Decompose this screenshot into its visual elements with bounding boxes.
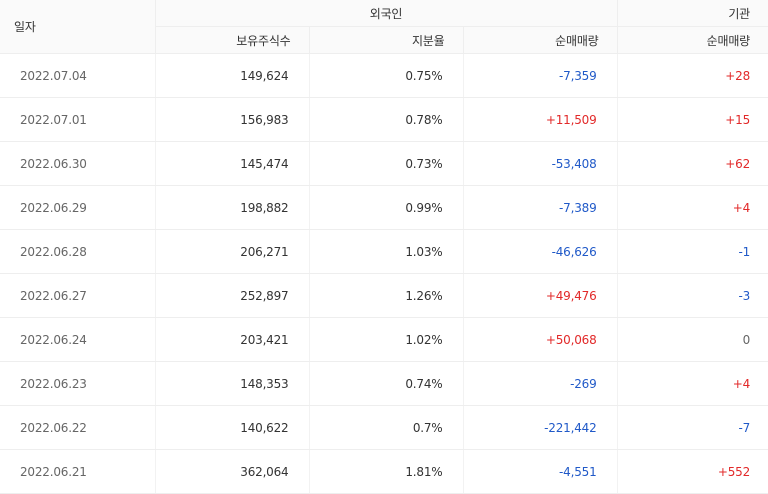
date-cell: 2022.06.30	[0, 141, 156, 186]
table-row: 2022.06.29 198,882 0.99% -7,389 +4	[0, 185, 768, 230]
foreign-net-cell: +49,476	[463, 273, 618, 318]
holdings-cell: 148,353	[155, 361, 310, 406]
table-row: 2022.06.27 252,897 1.26% +49,476 -3	[0, 273, 768, 318]
date-cell: 2022.06.29	[0, 185, 156, 230]
ratio-cell: 1.03%	[309, 229, 464, 274]
foreign-net-cell: +11,509	[463, 97, 618, 142]
institution-net-cell: 0	[617, 317, 768, 362]
date-cell: 2022.06.27	[0, 273, 156, 318]
table-row: 2022.06.23 148,353 0.74% -269 +4	[0, 361, 768, 406]
holdings-cell: 203,421	[155, 317, 310, 362]
holdings-cell: 156,983	[155, 97, 310, 142]
ratio-cell: 1.81%	[309, 449, 464, 494]
table-row: 2022.06.22 140,622 0.7% -221,442 -7	[0, 405, 768, 450]
ratio-cell: 1.26%	[309, 273, 464, 318]
foreign-group-header: 외국인	[155, 0, 618, 27]
ratio-cell: 1.02%	[309, 317, 464, 362]
holdings-cell: 252,897	[155, 273, 310, 318]
institution-net-cell: +15	[617, 97, 768, 142]
institution-net-cell: -3	[617, 273, 768, 318]
holdings-cell: 149,624	[155, 53, 310, 98]
holdings-cell: 362,064	[155, 449, 310, 494]
date-cell: 2022.06.24	[0, 317, 156, 362]
holdings-column-header: 보유주식수	[155, 26, 310, 54]
date-cell: 2022.06.28	[0, 229, 156, 274]
foreign-net-cell: -7,359	[463, 53, 618, 98]
institution-group-header: 기관	[617, 0, 768, 27]
ratio-cell: 0.99%	[309, 185, 464, 230]
foreign-net-column-header: 순매매량	[463, 26, 618, 54]
institution-net-cell: +28	[617, 53, 768, 98]
table-row: 2022.06.28 206,271 1.03% -46,626 -1	[0, 229, 768, 274]
ratio-cell: 0.7%	[309, 405, 464, 450]
holdings-cell: 140,622	[155, 405, 310, 450]
ratio-column-header: 지분율	[309, 26, 464, 54]
holdings-cell: 198,882	[155, 185, 310, 230]
table-row: 2022.06.24 203,421 1.02% +50,068 0	[0, 317, 768, 362]
date-cell: 2022.06.23	[0, 361, 156, 406]
foreign-net-cell: -269	[463, 361, 618, 406]
institution-net-cell: +62	[617, 141, 768, 186]
investor-trading-table: 일자 외국인 기관 보유주식수 지분율 순매매량 순매매량 2022.07.04…	[0, 0, 768, 494]
ratio-cell: 0.78%	[309, 97, 464, 142]
ratio-cell: 0.74%	[309, 361, 464, 406]
date-cell: 2022.06.22	[0, 405, 156, 450]
institution-net-cell: +4	[617, 361, 768, 406]
foreign-net-cell: -7,389	[463, 185, 618, 230]
date-cell: 2022.07.01	[0, 97, 156, 142]
ratio-cell: 0.73%	[309, 141, 464, 186]
institution-net-column-header: 순매매량	[617, 26, 768, 54]
ratio-cell: 0.75%	[309, 53, 464, 98]
date-cell: 2022.07.04	[0, 53, 156, 98]
table-row: 2022.06.30 145,474 0.73% -53,408 +62	[0, 141, 768, 186]
table-header: 일자 외국인 기관 보유주식수 지분율 순매매량 순매매량	[0, 0, 768, 54]
holdings-cell: 206,271	[155, 229, 310, 274]
institution-net-cell: +552	[617, 449, 768, 494]
date-cell: 2022.06.21	[0, 449, 156, 494]
foreign-net-cell: -46,626	[463, 229, 618, 274]
foreign-net-cell: +50,068	[463, 317, 618, 362]
foreign-net-cell: -4,551	[463, 449, 618, 494]
table-row: 2022.07.04 149,624 0.75% -7,359 +28	[0, 53, 768, 98]
institution-net-cell: +4	[617, 185, 768, 230]
institution-net-cell: -7	[617, 405, 768, 450]
date-column-header: 일자	[0, 0, 156, 54]
table-body: 2022.07.04 149,624 0.75% -7,359 +28 2022.07.0…	[0, 53, 768, 494]
table-row: 2022.07.01 156,983 0.78% +11,509 +15	[0, 97, 768, 142]
table-row: 2022.06.21 362,064 1.81% -4,551 +552	[0, 449, 768, 494]
institution-net-cell: -1	[617, 229, 768, 274]
foreign-net-cell: -53,408	[463, 141, 618, 186]
holdings-cell: 145,474	[155, 141, 310, 186]
foreign-net-cell: -221,442	[463, 405, 618, 450]
